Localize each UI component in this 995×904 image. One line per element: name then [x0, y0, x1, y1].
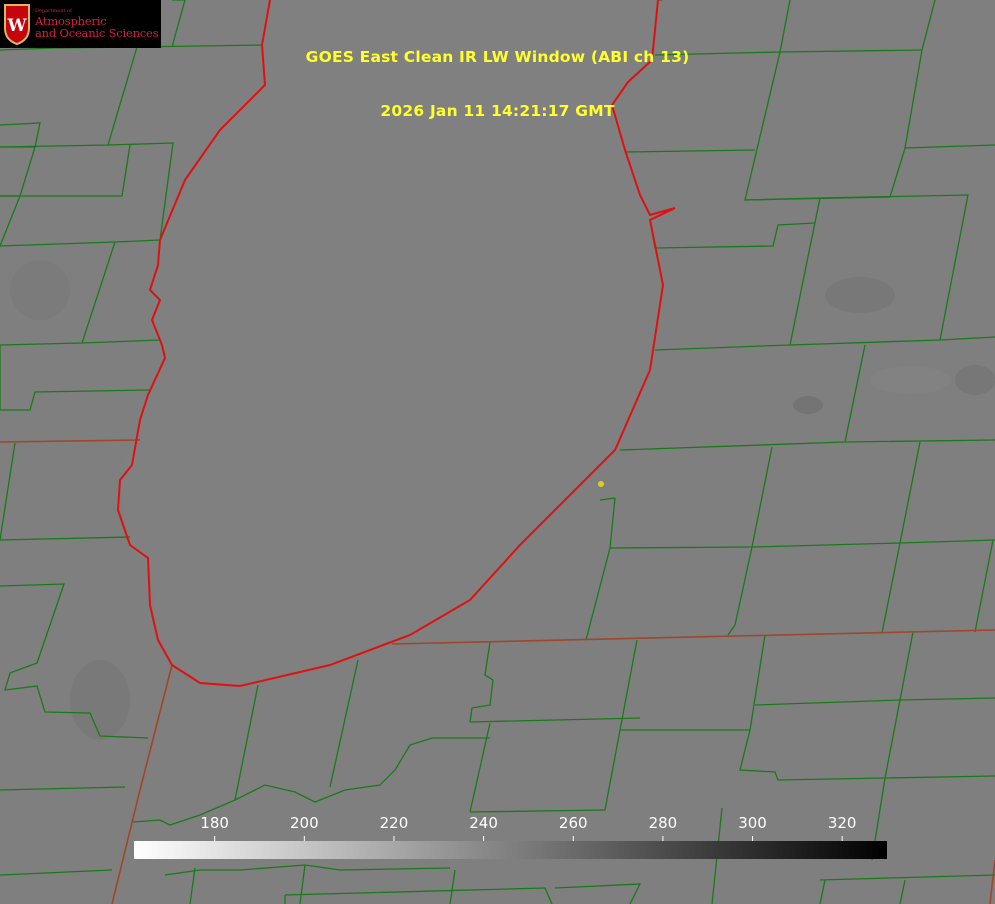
colorbar-tick-label: 240 — [469, 814, 498, 832]
colorbar-tick-label: 320 — [827, 814, 857, 832]
location-marker — [598, 481, 604, 487]
colorbar-tick-label: 280 — [648, 814, 678, 832]
satellite-image-viewer: W Department of Atmospheric and Oceanic … — [0, 0, 995, 904]
colorbar — [134, 841, 887, 859]
image-title: GOES East Clean IR LW Window (ABI ch 13)… — [0, 12, 995, 156]
colorbar-tick-label: 180 — [200, 814, 229, 832]
colorbar-tick-label: 200 — [289, 814, 319, 832]
colorbar-tick-label: 260 — [558, 814, 588, 832]
title-timestamp: 2026 Jan 11 14:21:17 GMT — [380, 102, 615, 120]
title-product: GOES East Clean IR LW Window (ABI ch 13) — [305, 48, 690, 66]
colorbar-tick-label: 300 — [738, 814, 767, 832]
colorbar-tick-label: 220 — [379, 814, 409, 832]
